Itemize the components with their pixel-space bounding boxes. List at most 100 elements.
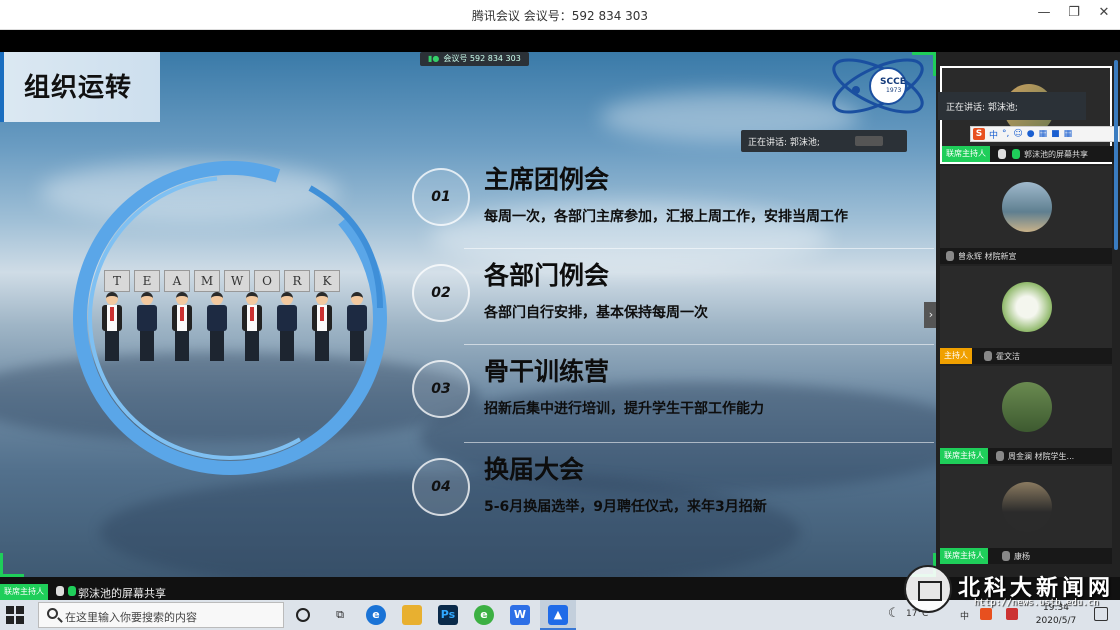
mic-muted-icon — [996, 451, 1004, 461]
item-heading: 换届大会 — [484, 455, 585, 484]
teamwork-letter: O — [254, 270, 280, 292]
participant-name: 曾永辉 材院新宣 — [958, 252, 1017, 261]
role-tag: 主持人 — [940, 348, 972, 364]
item-number-badge: 04 — [412, 458, 470, 516]
item-description: 招新后集中进行培训，提升学生干部工作能力 — [484, 401, 764, 417]
shared-screen: 组织运转 ▮● 会议号 592 834 303 SCCE 1973 正在讲话: 郭… — [0, 52, 936, 577]
tray-ime[interactable]: 中 — [960, 609, 969, 622]
ime-toolbar[interactable]: S 中 °, ☺ ● ▦ ■ ▦ — [970, 126, 1120, 142]
window-title-bar: 腾讯会议 会议号：592 834 303 — ❐ ✕ — [0, 0, 1120, 30]
teamwork-letter: W — [224, 270, 250, 292]
role-tag: 联席主持人 — [940, 548, 988, 564]
item-heading: 主席团例会 — [484, 165, 610, 194]
close-icon[interactable]: ✕ — [1096, 5, 1112, 20]
team-people-illustration — [100, 292, 369, 362]
360-browser-icon[interactable]: e — [474, 605, 494, 625]
mic-icon — [1012, 149, 1020, 159]
avatar — [1002, 382, 1052, 432]
edge-icon[interactable]: e — [366, 605, 386, 625]
search-placeholder: 在这里输入你要搜索的内容 — [65, 611, 197, 624]
screen-share-icon — [56, 586, 64, 596]
share-status-text: 郭沫池的屏幕共享 — [78, 587, 166, 600]
wps-icon[interactable]: W — [510, 605, 530, 625]
task-view-icon[interactable]: ⧉ — [330, 605, 350, 625]
item-description: 各部门自行安排，基本保持每周一次 — [484, 305, 708, 321]
person-figure — [205, 292, 229, 362]
participant-tile[interactable]: 联席主持人 康杨 — [940, 466, 1112, 564]
restore-icon[interactable]: ❐ — [1066, 5, 1082, 20]
role-tag: 联席主持人 — [942, 146, 990, 162]
item-heading: 骨干训练营 — [484, 357, 610, 386]
teamwork-letter: A — [164, 270, 190, 292]
item-description: 5-6月换届选举，9月聘任仪式，来年3月招新 — [484, 499, 767, 515]
windows-taskbar: 在这里输入你要搜索的内容 ⧉ e Ps e W ▲ ☾ 17°C 中 19:34… — [0, 600, 1120, 630]
notification-icon[interactable] — [1094, 607, 1108, 621]
slide-title: 组织运转 — [24, 73, 133, 103]
audio-wave-icon — [855, 136, 883, 146]
minimize-icon[interactable]: — — [1036, 5, 1052, 20]
scce-logo — [832, 58, 924, 114]
teamwork-sign-row: T E A M W O R K — [104, 270, 340, 292]
role-tag: 联席主持人 — [940, 448, 988, 464]
window-title: 腾讯会议 会议号：592 834 303 — [471, 9, 649, 23]
photoshop-icon[interactable]: Ps — [438, 605, 458, 625]
person-figure — [100, 292, 124, 362]
role-tag: 联席主持人 — [0, 584, 48, 600]
mic-muted-icon — [1002, 551, 1010, 561]
speaking-text: 正在讲话: 郭沫池; — [946, 103, 1018, 113]
skin-icon[interactable]: ■ — [1051, 129, 1060, 139]
share-status-bar: 联席主持人 郭沫池的屏幕共享 — [0, 583, 1120, 600]
item-description: 每周一次，各部门主席参加，汇报上周工作，安排当周工作 — [484, 209, 848, 225]
avatar — [1002, 482, 1052, 532]
slide-title-box: 组织运转 — [0, 52, 160, 122]
logo-year: 1973 — [886, 87, 902, 94]
participant-name: 霍文洁 — [996, 352, 1020, 361]
sogou-tray-icon[interactable] — [980, 608, 992, 620]
keyboard-icon[interactable]: ▦ — [1039, 129, 1048, 139]
participant-name: 郭沫池的屏幕共享 — [1024, 150, 1088, 159]
divider — [464, 248, 934, 249]
sogou-logo-icon: S — [973, 128, 985, 140]
weather-moon-icon[interactable]: ☾ — [888, 606, 900, 621]
teamwork-letter: K — [314, 270, 340, 292]
tray-app-icon[interactable] — [1006, 608, 1018, 620]
taskbar-search-input[interactable]: 在这里输入你要搜索的内容 — [38, 602, 284, 628]
item-number-badge: 03 — [412, 360, 470, 418]
participant-tile[interactable]: 曾永辉 材院新宣 — [940, 166, 1112, 264]
participant-name: 周金澜 材院学生... — [1008, 452, 1075, 461]
signal-icon: ▮● — [428, 54, 440, 63]
share-frame-corner — [0, 553, 3, 577]
ustb-seal-logo — [904, 565, 952, 613]
menu-grid-icon[interactable]: ▦ — [1064, 129, 1073, 139]
file-explorer-icon[interactable] — [402, 605, 422, 625]
meeting-id-text: 会议号 592 834 303 — [443, 54, 521, 63]
participant-tile[interactable]: 联席主持人 周金澜 材院学生... — [940, 366, 1112, 464]
panel-scrollbar[interactable] — [1114, 60, 1118, 250]
search-icon — [47, 608, 58, 619]
speaking-indicator-panel: 正在讲话: 郭沫池; — [938, 92, 1086, 120]
tencent-meeting-icon[interactable]: ▲ — [548, 605, 568, 625]
emoji-icon[interactable]: ☺ — [1013, 129, 1022, 139]
avatar — [1002, 282, 1052, 332]
mic-icon — [68, 586, 76, 596]
share-frame-corner — [0, 574, 24, 577]
logo-text: SCCE — [880, 77, 906, 87]
item-number-badge: 01 — [412, 168, 470, 226]
speaking-indicator: 正在讲话: 郭沫池; — [741, 130, 907, 152]
person-figure — [170, 292, 194, 362]
voice-icon[interactable]: ● — [1027, 129, 1035, 139]
ime-mode[interactable]: 中 — [989, 128, 998, 141]
divider — [464, 344, 934, 345]
participant-name: 康杨 — [1014, 552, 1030, 561]
ime-punct[interactable]: °, — [1002, 129, 1009, 139]
teamwork-letter: E — [134, 270, 160, 292]
participant-tile[interactable]: 主持人 霍文洁 — [940, 266, 1112, 364]
cortana-icon[interactable] — [296, 608, 310, 622]
teamwork-letter: R — [284, 270, 310, 292]
person-figure — [345, 292, 369, 362]
avatar — [1002, 182, 1052, 232]
meeting-id-chip[interactable]: ▮● 会议号 592 834 303 — [420, 52, 529, 66]
item-number-badge: 02 — [412, 264, 470, 322]
person-figure — [310, 292, 334, 362]
windows-start-icon[interactable] — [6, 606, 24, 624]
